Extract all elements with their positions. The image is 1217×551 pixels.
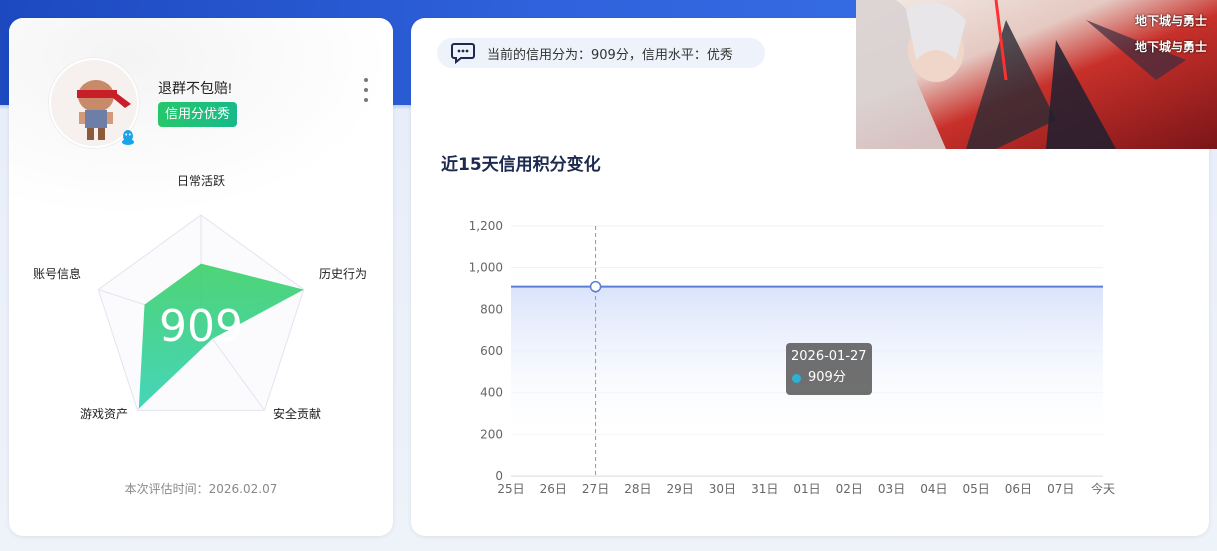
- more-options-icon[interactable]: [361, 78, 371, 102]
- radar-label-history: 历史行为: [319, 267, 368, 281]
- y-tick-label: 800: [480, 302, 503, 316]
- x-tick-label: 03日: [878, 482, 905, 496]
- credit-message-pill: 当前的信用分为：909分，信用水平：优秀: [437, 38, 765, 68]
- y-tick-label: 400: [480, 386, 503, 400]
- credit-profile-card: 退群不包赔! 信用分优秀 909 日常活跃 历史行为 安全贡献 游戏资产 账号信…: [9, 18, 393, 536]
- chart-tooltip: 2026-01-27 909分: [786, 343, 872, 395]
- tooltip-date: 2026-01-27: [791, 349, 867, 364]
- y-tick-label: 1,000: [469, 261, 503, 275]
- data-point[interactable]: [508, 284, 514, 290]
- x-tick-label: 02日: [836, 482, 863, 496]
- x-tick-label: 05日: [963, 482, 990, 496]
- x-tick-label: 04日: [920, 482, 947, 496]
- data-point[interactable]: [635, 284, 641, 290]
- data-point[interactable]: [846, 284, 852, 290]
- tooltip-value: 909分: [808, 370, 846, 385]
- credit-level-badge: 信用分优秀: [158, 102, 238, 127]
- tooltip-value-row: 909分: [791, 370, 867, 386]
- radar-label-assets: 游戏资产: [80, 407, 129, 421]
- data-point-highlight[interactable]: [589, 280, 602, 293]
- game-banner[interactable]: 地下城与勇士 地下城与勇士: [856, 0, 1217, 149]
- x-tick-label: 26日: [540, 482, 567, 496]
- y-tick-label: 0: [495, 469, 503, 483]
- data-point[interactable]: [719, 284, 725, 290]
- y-tick-label: 1,200: [469, 219, 503, 233]
- x-tick-label: 06日: [1005, 482, 1032, 496]
- x-tick-label: 今天: [1091, 481, 1115, 496]
- data-point[interactable]: [1015, 284, 1021, 290]
- series-dot-icon: [792, 373, 801, 383]
- y-tick-label: 200: [480, 427, 503, 441]
- x-tick-label: 25日: [497, 482, 524, 496]
- qq-penguin-icon: [122, 130, 134, 145]
- data-point[interactable]: [1100, 284, 1106, 290]
- radar-label-security: 安全贡献: [273, 407, 322, 421]
- x-tick-label: 30日: [709, 482, 736, 496]
- radar-chart: 909: [97, 214, 305, 411]
- data-point[interactable]: [762, 284, 768, 290]
- x-tick-label: 07日: [1047, 482, 1074, 496]
- x-tick-label: 29日: [667, 482, 694, 496]
- y-tick-label: 600: [480, 344, 503, 358]
- username: 退群不包赔!: [158, 80, 232, 96]
- data-point[interactable]: [1058, 284, 1064, 290]
- data-point[interactable]: [973, 284, 979, 290]
- chart-title: 近15天信用积分变化: [441, 155, 601, 175]
- data-point[interactable]: [677, 284, 683, 290]
- x-tick-label: 27日: [582, 482, 609, 496]
- radar-label-daily: 日常活跃: [177, 174, 226, 188]
- credit-score-value: 909: [159, 301, 243, 352]
- data-point[interactable]: [804, 284, 810, 290]
- credit-message-text: 当前的信用分为：909分，信用水平：优秀: [487, 47, 733, 63]
- data-point[interactable]: [889, 284, 895, 290]
- evaluation-time: 本次评估时间：2026.02.07: [124, 482, 278, 496]
- data-point[interactable]: [931, 284, 937, 290]
- game-logo-text: 地下城与勇士: [1134, 14, 1207, 28]
- data-point[interactable]: [550, 284, 556, 290]
- x-tick-label: 01日: [793, 482, 820, 496]
- x-tick-label: 31日: [751, 482, 778, 496]
- chat-bubble-icon: [451, 43, 475, 64]
- game-logo-text-2: 地下城与勇士: [1134, 40, 1207, 54]
- radar-label-account: 账号信息: [33, 267, 82, 281]
- x-tick-label: 28日: [624, 482, 651, 496]
